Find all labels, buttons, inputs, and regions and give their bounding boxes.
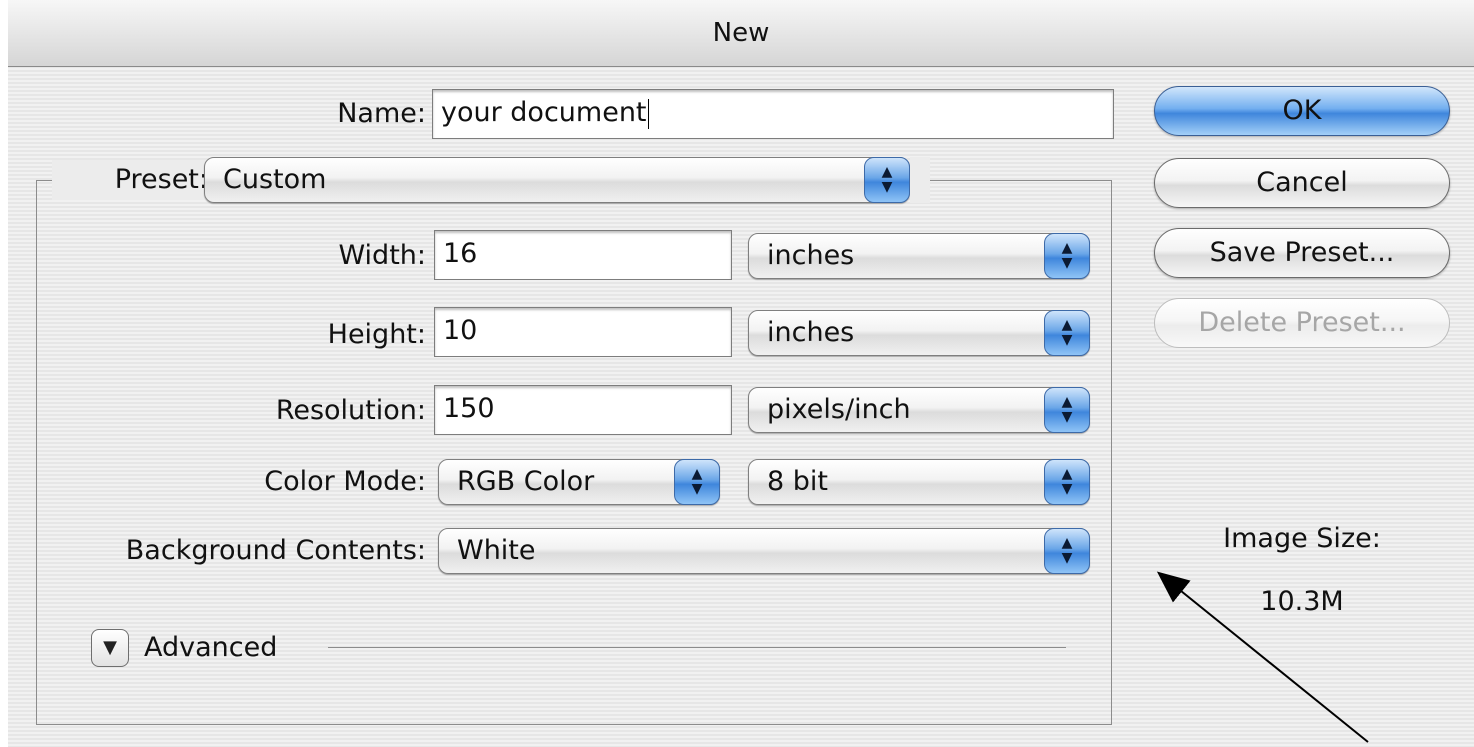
annotation-arrow	[1156, 571, 1369, 743]
